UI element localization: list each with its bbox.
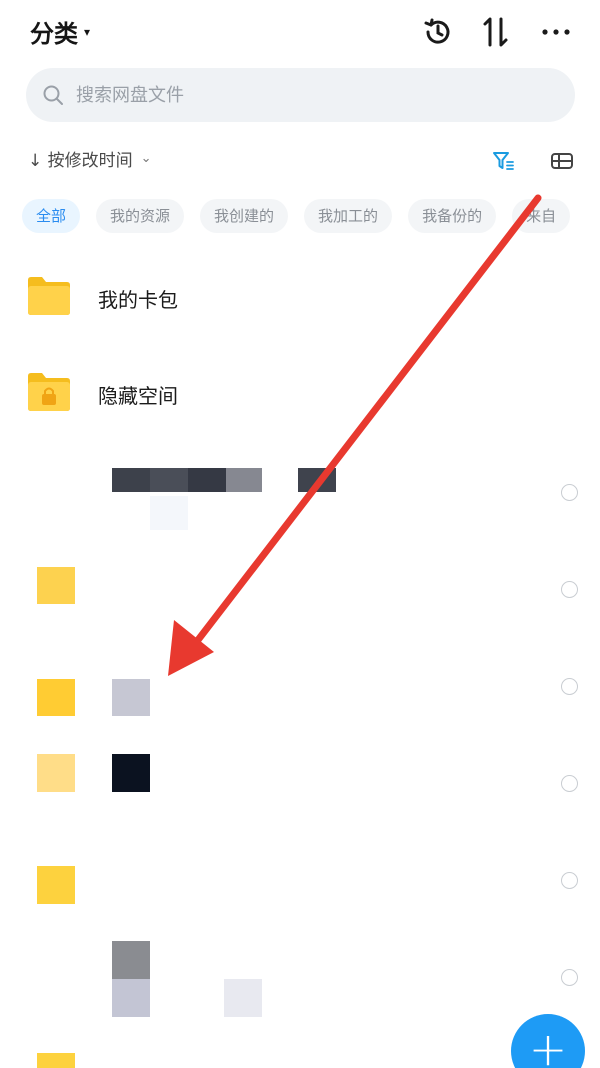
more-icon[interactable] <box>538 14 574 50</box>
obscured-thumbnail <box>188 468 226 492</box>
chip-backed-up-by-me[interactable]: 我备份的 <box>408 199 497 233</box>
add-button[interactable]: + <box>511 1014 585 1068</box>
select-radio[interactable] <box>561 969 578 986</box>
folder-name: 隐藏空间 <box>98 384 178 408</box>
search-bar[interactable] <box>26 68 575 122</box>
list-item[interactable] <box>0 1038 600 1068</box>
obscured-thumbnail <box>112 941 150 979</box>
obscured-thumbnail <box>112 979 150 1017</box>
obscured-thumbnail <box>150 496 188 530</box>
select-radio[interactable] <box>561 678 578 695</box>
list-item[interactable] <box>0 456 600 536</box>
search-input[interactable] <box>74 83 518 107</box>
history-icon[interactable] <box>420 14 456 50</box>
sort-selector[interactable]: ↓ 按修改时间 ⌄ <box>28 146 152 171</box>
file-browser-screen: 分类 ▾ ↓ 按修改时间 ⌄ 全部 我的资源 我创建 <box>0 0 600 1068</box>
list-item[interactable] <box>0 650 600 730</box>
obscured-thumbnail <box>112 754 150 792</box>
locked-folder-icon <box>28 373 70 411</box>
filter-icon[interactable] <box>490 148 516 174</box>
folder-icon <box>37 567 75 604</box>
list-item[interactable] <box>0 941 600 1021</box>
select-radio[interactable] <box>561 484 578 501</box>
obscured-thumbnail <box>226 468 262 492</box>
list-item[interactable] <box>0 553 600 633</box>
select-radio[interactable] <box>561 775 578 792</box>
folder-icon <box>37 866 75 904</box>
chip-from[interactable]: 来自 <box>512 199 571 233</box>
list-item[interactable] <box>0 747 600 827</box>
search-icon <box>43 85 63 105</box>
obscured-thumbnail <box>298 468 336 492</box>
folder-icon <box>28 277 70 315</box>
folder-icon <box>37 679 75 716</box>
folder-icon <box>37 1053 75 1068</box>
view-toggle-icon[interactable] <box>549 148 575 174</box>
chip-all[interactable]: 全部 <box>22 199 81 233</box>
chevron-down-icon: ⌄ <box>140 151 152 166</box>
obscured-thumbnail <box>112 679 150 716</box>
select-radio[interactable] <box>561 872 578 889</box>
folder-name: 我的卡包 <box>98 288 178 312</box>
obscured-thumbnail <box>150 468 188 492</box>
chip-created-by-me[interactable]: 我创建的 <box>200 199 289 233</box>
folder-row-hidden-space[interactable]: 隐藏空间 <box>0 364 600 424</box>
obscured-thumbnail <box>224 979 262 1017</box>
caret-down-icon: ▾ <box>84 24 91 39</box>
category-dropdown[interactable]: 分类 ▾ <box>30 14 90 49</box>
folder-icon <box>37 754 75 792</box>
filter-chip-bar: 全部 我的资源 我创建的 我加工的 我备份的 来自 <box>22 199 600 233</box>
chip-processed-by-me[interactable]: 我加工的 <box>304 199 393 233</box>
select-radio[interactable] <box>561 581 578 598</box>
sort-order-icon[interactable] <box>478 14 514 50</box>
sort-label: ↓ 按修改时间 <box>28 151 133 171</box>
chip-my-resources[interactable]: 我的资源 <box>96 199 185 233</box>
folder-row-card-wallet[interactable]: 我的卡包 <box>0 268 600 328</box>
obscured-thumbnail <box>112 468 150 492</box>
plus-icon: + <box>528 1022 568 1068</box>
list-item[interactable] <box>0 844 600 924</box>
page-title: 分类 <box>30 20 78 48</box>
